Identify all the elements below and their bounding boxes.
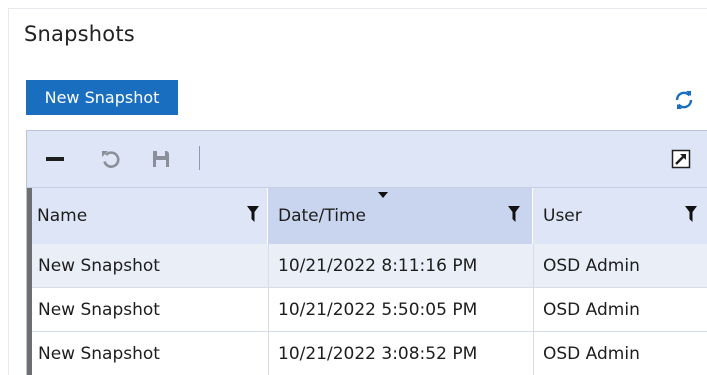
cell-name: New Snapshot	[38, 256, 160, 276]
cell-datetime: 10/21/2022 8:11:16 PM	[278, 256, 478, 276]
column-header-user[interactable]: User	[533, 188, 707, 244]
toolbar-separator	[199, 146, 200, 170]
cell-name: New Snapshot	[38, 344, 160, 364]
table-row[interactable]: New Snapshot 10/21/2022 3:08:52 PM OSD A…	[32, 332, 707, 375]
cell-datetime: 10/21/2022 5:50:05 PM	[278, 300, 478, 320]
column-header-label: Date/Time	[278, 206, 366, 226]
column-divider	[533, 244, 534, 375]
grid-toolbar	[27, 131, 707, 188]
undo-icon[interactable]	[99, 147, 123, 171]
save-icon[interactable]	[149, 147, 173, 171]
filter-icon[interactable]	[247, 206, 259, 222]
expand-icon[interactable]	[671, 149, 691, 169]
cell-user: OSD Admin	[543, 300, 640, 320]
panel-title: Snapshots	[24, 22, 135, 46]
cell-user: OSD Admin	[543, 256, 640, 276]
column-header-name[interactable]: Name	[27, 188, 268, 244]
table-row[interactable]: New Snapshot 10/21/2022 8:11:16 PM OSD A…	[32, 244, 707, 288]
filter-icon[interactable]	[685, 206, 697, 222]
table-row[interactable]: New Snapshot 10/21/2022 5:50:05 PM OSD A…	[32, 288, 707, 332]
cell-user: OSD Admin	[543, 344, 640, 364]
minus-icon[interactable]	[43, 147, 67, 171]
refresh-icon[interactable]	[672, 88, 696, 112]
new-snapshot-button[interactable]: New Snapshot	[26, 80, 178, 115]
column-header-label: Name	[37, 206, 88, 226]
cell-name: New Snapshot	[38, 300, 160, 320]
snapshots-grid: Name Date/Time User New Snapshot 10/21/2…	[26, 130, 707, 375]
cell-datetime: 10/21/2022 3:08:52 PM	[278, 344, 478, 364]
sort-descending-icon	[378, 192, 388, 198]
column-header-datetime[interactable]: Date/Time	[268, 188, 533, 244]
column-divider	[268, 244, 269, 375]
grid-header: Name Date/Time User	[27, 188, 707, 244]
filter-icon[interactable]	[508, 206, 520, 222]
column-header-label: User	[543, 206, 582, 226]
